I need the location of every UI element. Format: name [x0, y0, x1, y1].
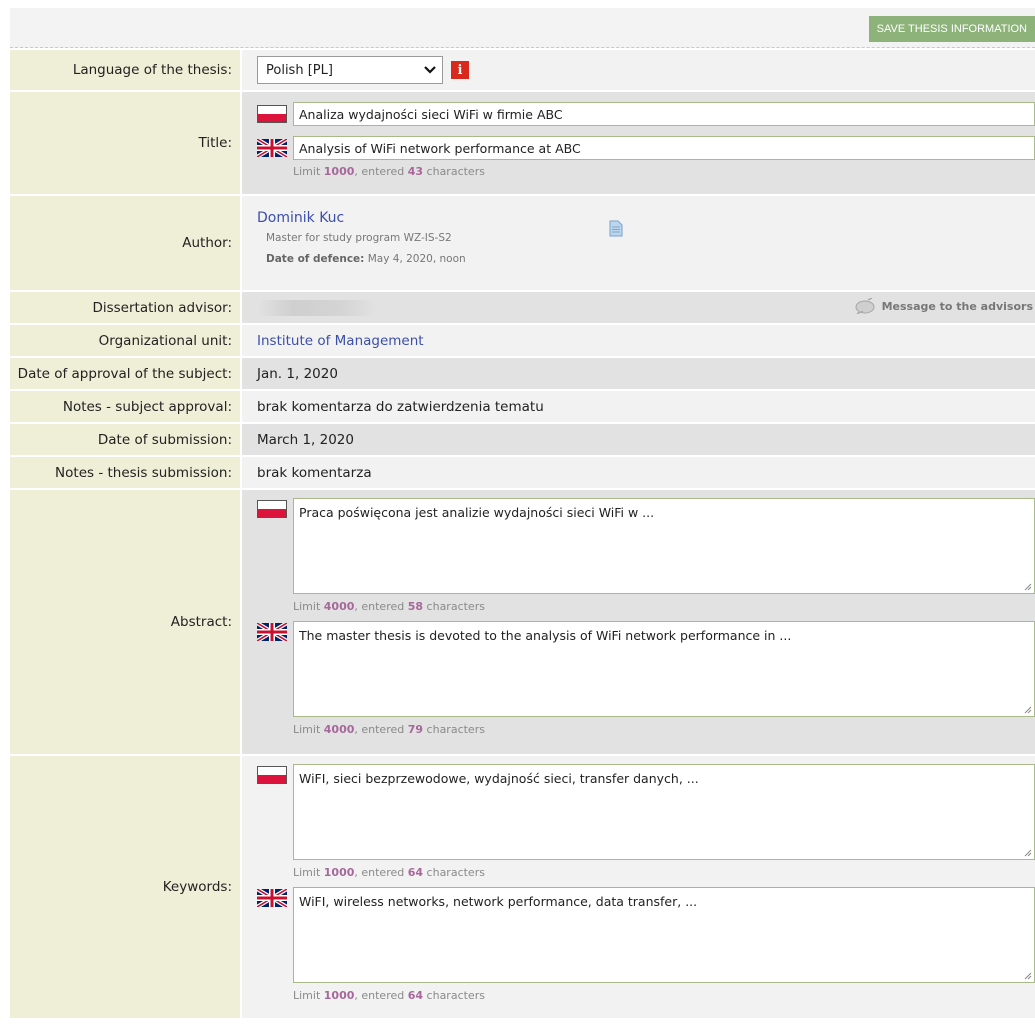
- document-icon[interactable]: [609, 220, 623, 237]
- resize-handle-icon[interactable]: [1023, 582, 1032, 591]
- keywords-en-limit: Limit 1000, entered 64 characters: [293, 989, 485, 1002]
- value-approval-date: Jan. 1, 2020: [242, 358, 1035, 389]
- title-en-line: Analysis of WiFi network performance at …: [257, 136, 1035, 160]
- author-defence: Date of defence: May 4, 2020, noon: [266, 253, 466, 265]
- message-to-advisors-link[interactable]: Message to the advisors: [854, 298, 1033, 314]
- row-author: Author: Dominik Kuc Master for study pro…: [10, 196, 1035, 292]
- value-submission-notes: brak komentarza: [242, 457, 1035, 488]
- label-title: Title:: [10, 92, 242, 194]
- advisor-name-redacted: [257, 299, 377, 316]
- keywords-pl-line: WiFI, sieci bezprzewodowe, wydajność sie…: [257, 764, 1035, 860]
- title-en-input[interactable]: Analysis of WiFi network performance at …: [293, 136, 1035, 160]
- abstract-en-textarea[interactable]: The master thesis is devoted to the anal…: [293, 621, 1035, 717]
- author-program: Master for study program WZ-IS-S2: [266, 232, 452, 244]
- unit-link[interactable]: Institute of Management: [257, 333, 424, 349]
- title-pl-input[interactable]: Analiza wydajności sieci WiFi w firmie A…: [293, 102, 1035, 126]
- abstract-en-limit: Limit 4000, entered 79 characters: [293, 723, 485, 736]
- label-advisor: Dissertation advisor:: [10, 292, 242, 323]
- label-approval-notes: Notes - subject approval:: [10, 391, 242, 422]
- value-abstract: Praca poświęcona jest analizie wydajnośc…: [242, 490, 1035, 754]
- keywords-pl-limit: Limit 1000, entered 64 characters: [293, 866, 485, 879]
- keywords-en-text: WiFI, wireless networks, network perform…: [299, 894, 698, 909]
- row-title: Title: Analiza wydajności sieci WiFi w f…: [10, 92, 1035, 196]
- value-approval-notes: brak komentarza do zatwierdzenia tematu: [242, 391, 1035, 422]
- row-approval-date: Date of approval of the subject: Jan. 1,…: [10, 358, 1035, 391]
- chevron-down-icon: [424, 66, 436, 74]
- label-language: Language of the thesis:: [10, 50, 242, 90]
- row-advisor: Dissertation advisor: Message to the adv…: [10, 292, 1035, 325]
- value-advisor: Message to the advisors: [242, 292, 1035, 323]
- value-language: Polish [PL] i: [242, 50, 1035, 90]
- abstract-pl-textarea[interactable]: Praca poświęcona jest analizie wydajnośc…: [293, 498, 1035, 594]
- value-unit: Institute of Management: [242, 325, 1035, 356]
- row-submission-notes: Notes - thesis submission: brak komentar…: [10, 457, 1035, 490]
- abstract-pl-line: Praca poświęcona jest analizie wydajnośc…: [257, 498, 1035, 594]
- keywords-pl-textarea[interactable]: WiFI, sieci bezprzewodowe, wydajność sie…: [293, 764, 1035, 860]
- label-keywords: Keywords:: [10, 756, 242, 1018]
- uk-flag-icon: [257, 623, 287, 641]
- info-icon[interactable]: i: [451, 61, 469, 79]
- label-abstract: Abstract:: [10, 490, 242, 754]
- title-limit-text: Limit 1000, entered 43 characters: [293, 165, 485, 178]
- title-pl-line: Analiza wydajności sieci WiFi w firmie A…: [257, 102, 1035, 126]
- label-submission-date: Date of submission:: [10, 424, 242, 455]
- abstract-en-text: The master thesis is devoted to the anal…: [299, 628, 792, 643]
- row-keywords: Keywords: WiFI, sieci bezprzewodowe, wyd…: [10, 756, 1035, 1018]
- row-approval-notes: Notes - subject approval: brak komentarz…: [10, 391, 1035, 424]
- keywords-en-line: WiFI, wireless networks, network perform…: [257, 887, 1035, 983]
- row-language: Language of the thesis: Polish [PL] i: [10, 50, 1035, 92]
- row-abstract: Abstract: Praca poświęcona jest analizie…: [10, 490, 1035, 756]
- language-select-value: Polish [PL]: [266, 62, 333, 78]
- value-title: Analiza wydajności sieci WiFi w firmie A…: [242, 92, 1035, 194]
- thesis-form: Language of the thesis: Polish [PL] i Ti…: [10, 50, 1035, 1018]
- row-submission-date: Date of submission: March 1, 2020: [10, 424, 1035, 457]
- value-submission-date: March 1, 2020: [242, 424, 1035, 455]
- poland-flag-icon: [257, 500, 287, 518]
- label-unit: Organizational unit:: [10, 325, 242, 356]
- value-author: Dominik Kuc Master for study program WZ-…: [242, 196, 1035, 290]
- abstract-pl-limit: Limit 4000, entered 58 characters: [293, 600, 485, 613]
- message-icon: [855, 298, 875, 314]
- abstract-en-line: The master thesis is devoted to the anal…: [257, 621, 1035, 717]
- label-author: Author:: [10, 196, 242, 290]
- resize-handle-icon[interactable]: [1023, 971, 1032, 980]
- keywords-pl-text: WiFI, sieci bezprzewodowe, wydajność sie…: [299, 771, 699, 786]
- language-select[interactable]: Polish [PL]: [257, 56, 443, 84]
- abstract-pl-text: Praca poświęcona jest analizie wydajnośc…: [299, 505, 655, 520]
- uk-flag-icon: [257, 139, 287, 157]
- value-keywords: WiFI, sieci bezprzewodowe, wydajność sie…: [242, 756, 1035, 1018]
- save-thesis-button[interactable]: SAVE THESIS INFORMATION: [868, 16, 1035, 42]
- row-unit: Organizational unit: Institute of Manage…: [10, 325, 1035, 358]
- label-approval-date: Date of approval of the subject:: [10, 358, 242, 389]
- keywords-en-textarea[interactable]: WiFI, wireless networks, network perform…: [293, 887, 1035, 983]
- resize-handle-icon[interactable]: [1023, 848, 1032, 857]
- toolbar: SAVE THESIS INFORMATION: [10, 8, 1035, 48]
- label-submission-notes: Notes - thesis submission:: [10, 457, 242, 488]
- author-link[interactable]: Dominik Kuc: [257, 210, 344, 226]
- uk-flag-icon: [257, 889, 287, 907]
- poland-flag-icon: [257, 766, 287, 784]
- resize-handle-icon[interactable]: [1023, 705, 1032, 714]
- poland-flag-icon: [257, 105, 287, 123]
